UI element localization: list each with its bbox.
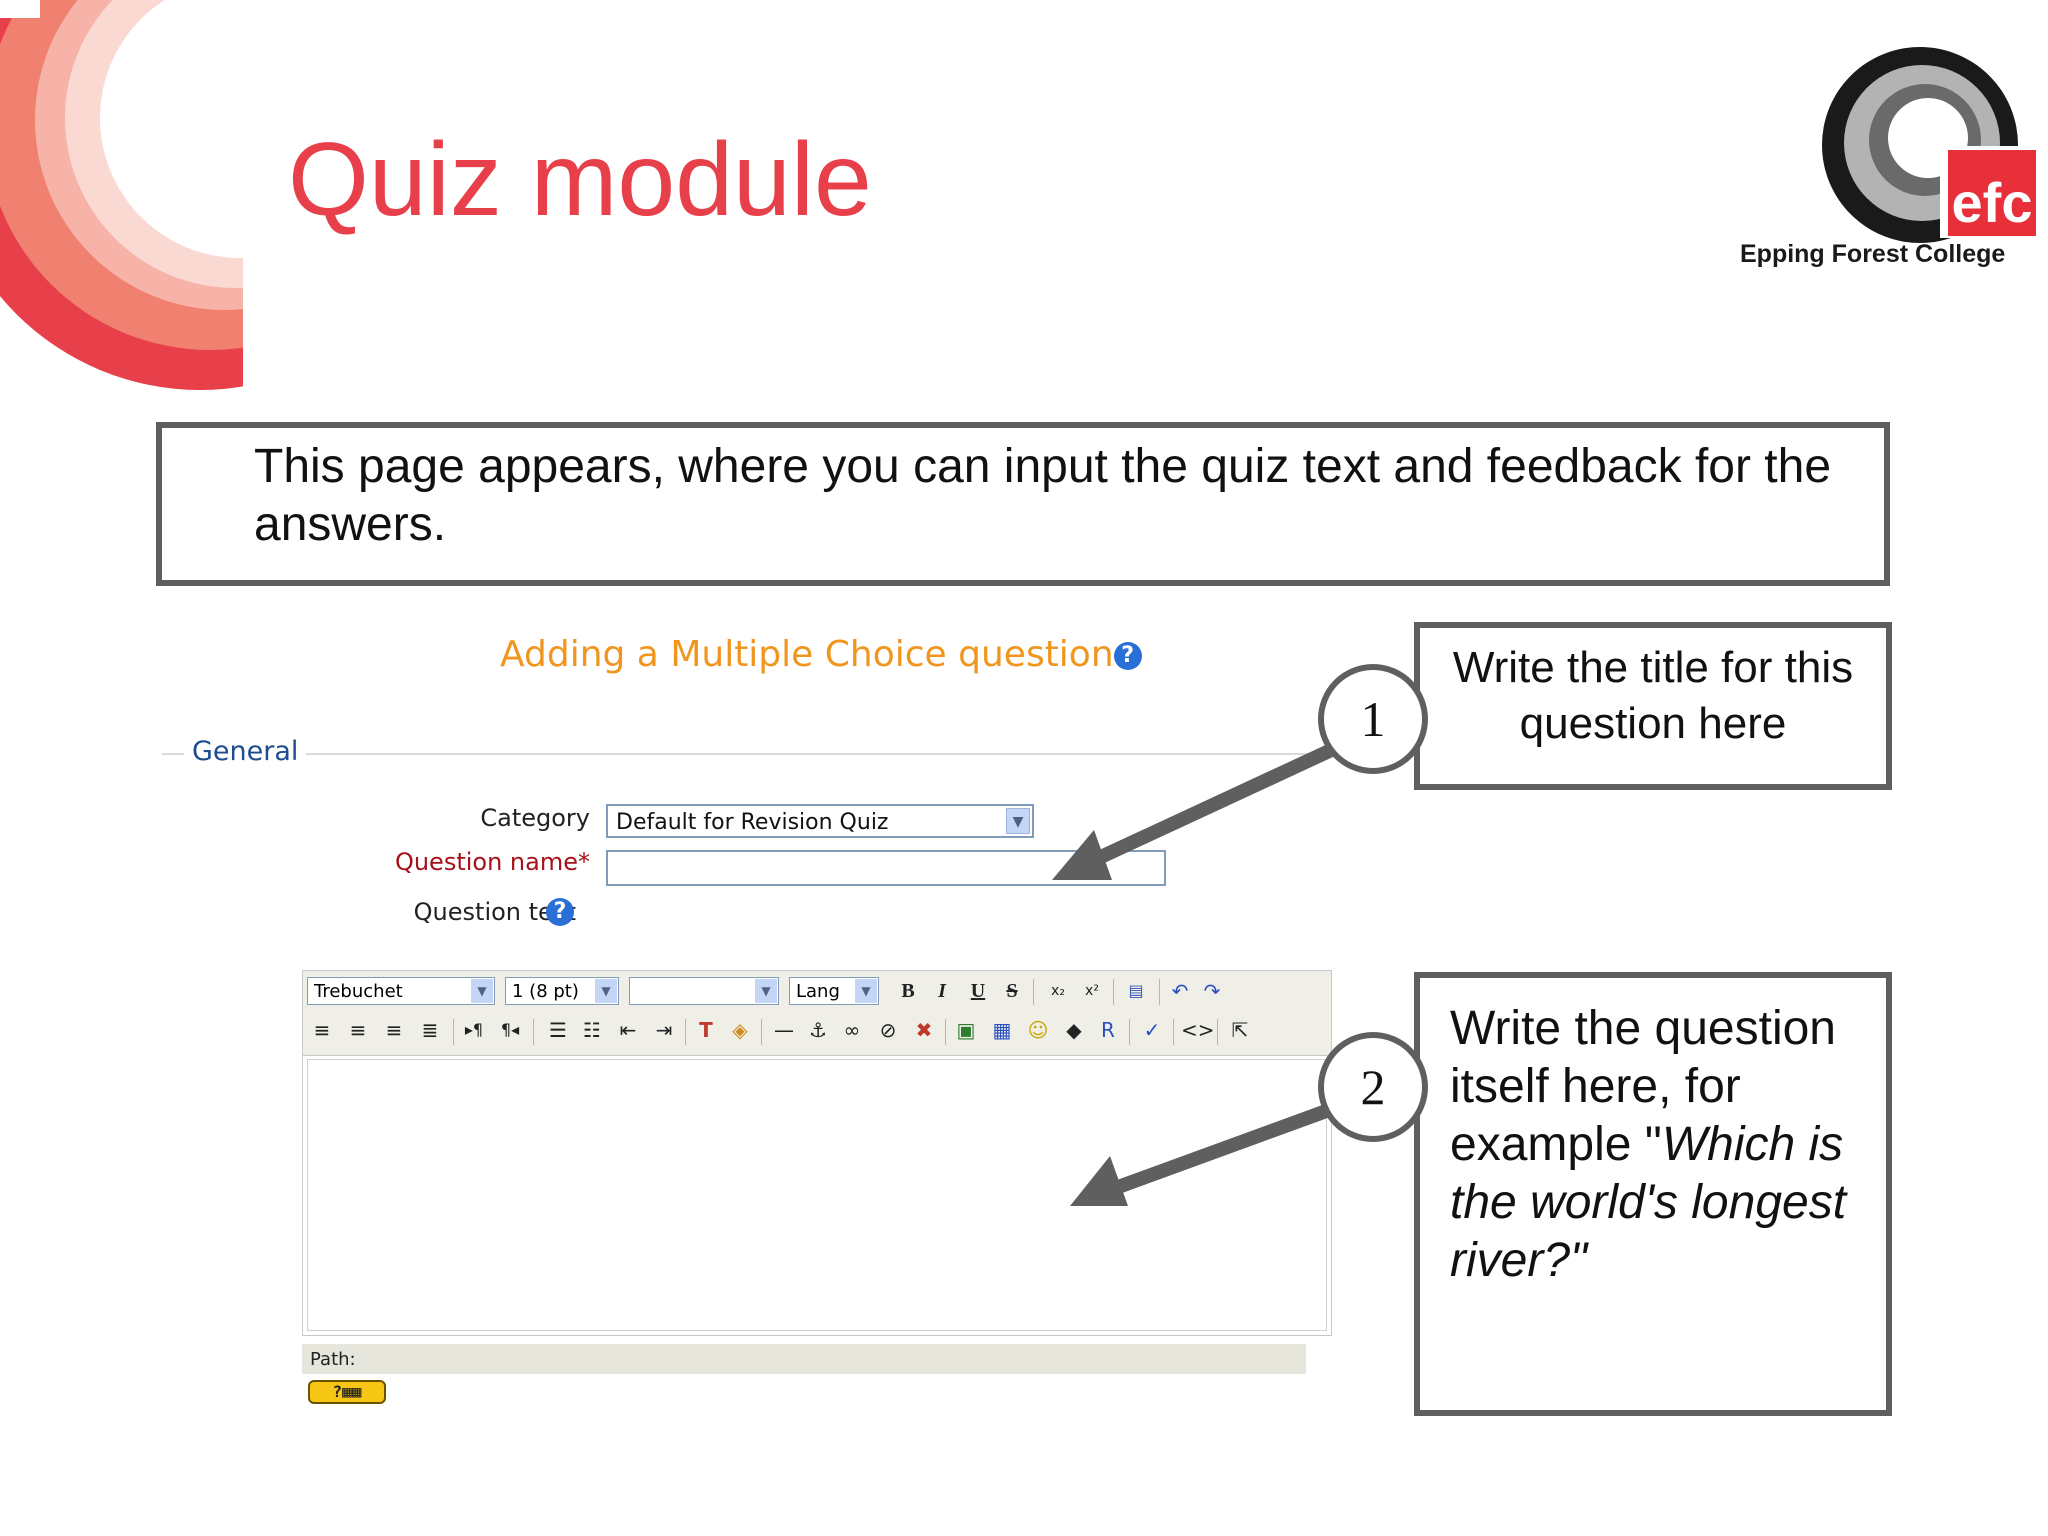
step-1-circle: 1 <box>1318 664 1428 774</box>
step-2-circle: 2 <box>1318 1032 1428 1142</box>
title-tip-text: Write the title for this question here <box>1452 643 1854 748</box>
question-tip-callout: Write the question itself here, for exam… <box>1414 972 1892 1416</box>
title-tip-callout: Write the title for this question here <box>1414 622 1892 790</box>
question-tip-text: Write the question itself here, for exam… <box>1450 1000 1866 1290</box>
arrow-1-head <box>1052 830 1112 880</box>
arrow-1-line <box>1087 739 1343 869</box>
arrow-2-line <box>1107 1099 1343 1197</box>
